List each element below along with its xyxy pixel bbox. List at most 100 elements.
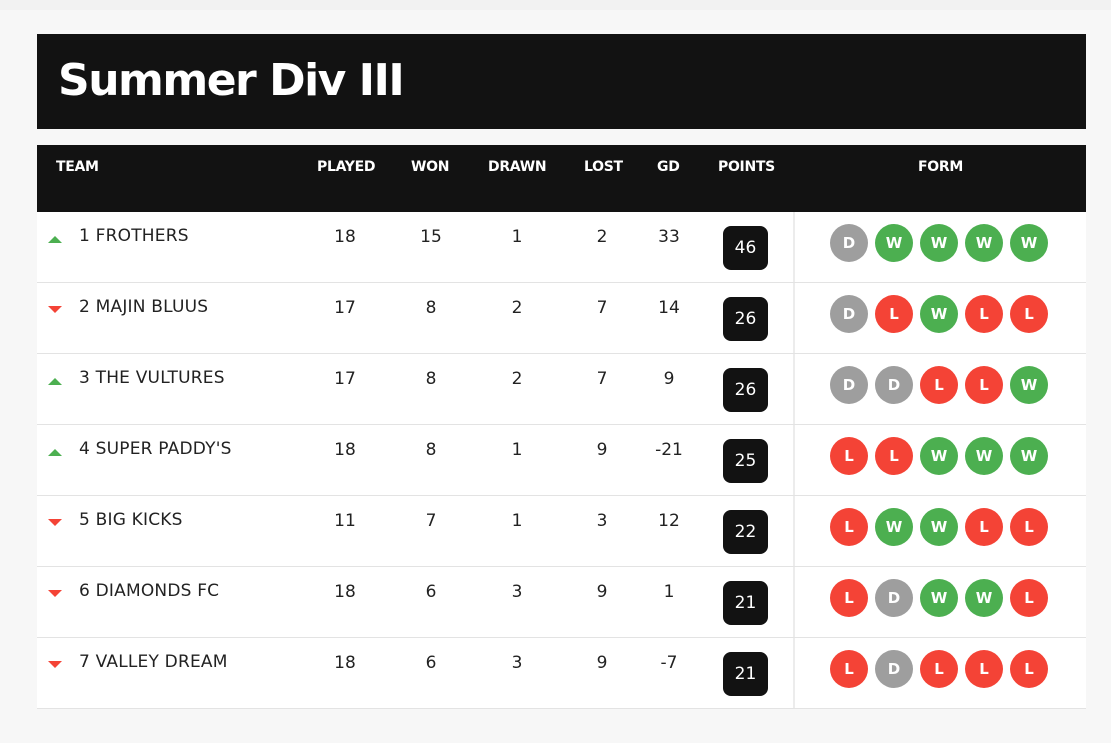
won-value: 6 xyxy=(425,653,437,673)
header-gd[interactable]: GD xyxy=(657,159,680,175)
top-strip xyxy=(0,0,1111,10)
form-divider xyxy=(793,354,795,424)
header-drawn[interactable]: DRAWN xyxy=(488,159,547,175)
won-value: 7 xyxy=(425,511,437,531)
points-badge: 22 xyxy=(723,510,768,554)
lost-value: 3 xyxy=(596,511,608,531)
form-result-l: L xyxy=(875,295,913,333)
league-table: TEAM PLAYED WON DRAWN LOST GD POINTS FOR… xyxy=(37,145,1086,709)
team-name[interactable]: 6 DIAMONDS FC xyxy=(79,581,219,601)
form-divider xyxy=(793,212,795,282)
trend-down-icon xyxy=(48,519,62,526)
header-points[interactable]: POINTS xyxy=(718,159,775,175)
played-value: 18 xyxy=(334,653,356,673)
played-value: 18 xyxy=(334,582,356,602)
form-result-w: W xyxy=(920,437,958,475)
gd-value: 33 xyxy=(658,227,680,247)
team-name[interactable]: 7 VALLEY DREAM xyxy=(79,652,228,672)
form-divider xyxy=(793,283,795,353)
trend-up-icon xyxy=(48,449,62,456)
header-lost[interactable]: LOST xyxy=(584,159,623,175)
lost-value: 9 xyxy=(596,582,608,602)
points-badge: 26 xyxy=(723,368,768,412)
form-result-l: L xyxy=(830,437,868,475)
gd-value: 14 xyxy=(658,298,680,318)
played-value: 17 xyxy=(334,298,356,318)
table-body: 1 FROTHERS 18 15 1 2 33 46 D W W W W 2 MAJIN BLUUS 17… xyxy=(37,212,1086,709)
points-badge: 25 xyxy=(723,439,768,483)
team-name[interactable]: 1 FROTHERS xyxy=(79,226,189,246)
table-row[interactable]: 4 SUPER PADDY'S 18 8 1 9 -21 25 L L W W W xyxy=(37,425,1086,496)
table-row[interactable]: 6 DIAMONDS FC 18 6 3 9 1 21 L D W W L xyxy=(37,567,1086,638)
team-name[interactable]: 3 THE VULTURES xyxy=(79,368,225,388)
form-result-l: L xyxy=(920,650,958,688)
drawn-value: 1 xyxy=(511,511,523,531)
gd-value: 9 xyxy=(663,369,675,389)
drawn-value: 2 xyxy=(511,369,523,389)
drawn-value: 1 xyxy=(511,227,523,247)
form-divider xyxy=(793,567,795,637)
form-result-d: D xyxy=(830,224,868,262)
form-result-l: L xyxy=(965,508,1003,546)
table-row[interactable]: 2 MAJIN BLUUS 17 8 2 7 14 26 D L W L L xyxy=(37,283,1086,354)
form-result-d: D xyxy=(875,579,913,617)
header-won[interactable]: WON xyxy=(411,159,449,175)
form-result-w: W xyxy=(920,224,958,262)
form-result-l: L xyxy=(875,437,913,475)
trend-down-icon xyxy=(48,306,62,313)
table-header: TEAM PLAYED WON DRAWN LOST GD POINTS FOR… xyxy=(37,145,1086,212)
form-result-w: W xyxy=(875,224,913,262)
gd-value: -21 xyxy=(655,440,683,460)
lost-value: 7 xyxy=(596,369,608,389)
form-result-l: L xyxy=(1010,579,1048,617)
drawn-value: 3 xyxy=(511,653,523,673)
trend-down-icon xyxy=(48,590,62,597)
trend-down-icon xyxy=(48,661,62,668)
form-result-w: W xyxy=(920,508,958,546)
form-result-d: D xyxy=(875,650,913,688)
won-value: 8 xyxy=(425,369,437,389)
form-result-w: W xyxy=(965,437,1003,475)
drawn-value: 3 xyxy=(511,582,523,602)
table-row[interactable]: 7 VALLEY DREAM 18 6 3 9 -7 21 L D L L L xyxy=(37,638,1086,709)
team-name[interactable]: 4 SUPER PADDY'S xyxy=(79,439,232,459)
header-form: FORM xyxy=(918,159,963,175)
form-result-l: L xyxy=(1010,508,1048,546)
lost-value: 7 xyxy=(596,298,608,318)
table-row[interactable]: 1 FROTHERS 18 15 1 2 33 46 D W W W W xyxy=(37,212,1086,283)
trend-up-icon xyxy=(48,378,62,385)
form-divider xyxy=(793,638,795,708)
form-result-l: L xyxy=(965,650,1003,688)
form-result-w: W xyxy=(875,508,913,546)
form-result-w: W xyxy=(920,295,958,333)
form-result-w: W xyxy=(1010,224,1048,262)
drawn-value: 2 xyxy=(511,298,523,318)
lost-value: 9 xyxy=(596,440,608,460)
gd-value: 1 xyxy=(663,582,675,602)
form-result-l: L xyxy=(830,579,868,617)
lost-value: 9 xyxy=(596,653,608,673)
gd-value: 12 xyxy=(658,511,680,531)
page-title: Summer Div III xyxy=(58,55,405,106)
team-name[interactable]: 2 MAJIN BLUUS xyxy=(79,297,208,317)
lost-value: 2 xyxy=(596,227,608,247)
header-played[interactable]: PLAYED xyxy=(317,159,376,175)
table-row[interactable]: 5 BIG KICKS 11 7 1 3 12 22 L W W L L xyxy=(37,496,1086,567)
form-result-l: L xyxy=(830,650,868,688)
table-row[interactable]: 3 THE VULTURES 17 8 2 7 9 26 D D L L W xyxy=(37,354,1086,425)
gd-value: -7 xyxy=(660,653,678,673)
played-value: 18 xyxy=(334,440,356,460)
form-result-w: W xyxy=(920,579,958,617)
points-badge: 21 xyxy=(723,581,768,625)
form-result-w: W xyxy=(965,579,1003,617)
form-result-d: D xyxy=(830,366,868,404)
team-name[interactable]: 5 BIG KICKS xyxy=(79,510,183,530)
played-value: 11 xyxy=(334,511,356,531)
form-result-l: L xyxy=(1010,650,1048,688)
form-result-l: L xyxy=(1010,295,1048,333)
points-badge: 46 xyxy=(723,226,768,270)
header-team[interactable]: TEAM xyxy=(56,159,99,175)
form-result-w: W xyxy=(1010,437,1048,475)
played-value: 17 xyxy=(334,369,356,389)
won-value: 15 xyxy=(420,227,442,247)
